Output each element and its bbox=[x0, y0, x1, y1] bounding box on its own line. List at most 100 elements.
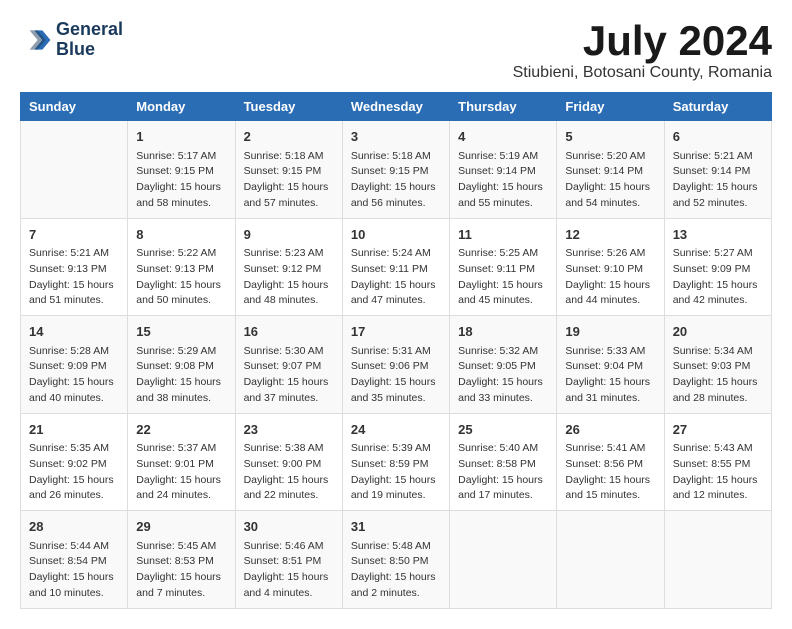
day-number: 11 bbox=[458, 225, 548, 245]
calendar-cell: 21Sunrise: 5:35 AM Sunset: 9:02 PM Dayli… bbox=[21, 413, 128, 511]
calendar-cell: 7Sunrise: 5:21 AM Sunset: 9:13 PM Daylig… bbox=[21, 218, 128, 316]
cell-content: Sunrise: 5:40 AM Sunset: 8:58 PM Dayligh… bbox=[458, 441, 548, 504]
day-number: 22 bbox=[136, 420, 226, 440]
cell-content: Sunrise: 5:24 AM Sunset: 9:11 PM Dayligh… bbox=[351, 246, 441, 309]
cell-content: Sunrise: 5:48 AM Sunset: 8:50 PM Dayligh… bbox=[351, 539, 441, 602]
day-number: 17 bbox=[351, 322, 441, 342]
day-number: 25 bbox=[458, 420, 548, 440]
day-number: 19 bbox=[565, 322, 655, 342]
day-number: 9 bbox=[244, 225, 334, 245]
cell-content: Sunrise: 5:34 AM Sunset: 9:03 PM Dayligh… bbox=[673, 344, 763, 407]
day-number: 13 bbox=[673, 225, 763, 245]
day-number: 23 bbox=[244, 420, 334, 440]
calendar-cell: 4Sunrise: 5:19 AM Sunset: 9:14 PM Daylig… bbox=[450, 121, 557, 219]
day-number: 18 bbox=[458, 322, 548, 342]
calendar-cell: 18Sunrise: 5:32 AM Sunset: 9:05 PM Dayli… bbox=[450, 316, 557, 414]
calendar-cell: 23Sunrise: 5:38 AM Sunset: 9:00 PM Dayli… bbox=[235, 413, 342, 511]
day-number: 7 bbox=[29, 225, 119, 245]
calendar-week-row: 1Sunrise: 5:17 AM Sunset: 9:15 PM Daylig… bbox=[21, 121, 772, 219]
day-number: 5 bbox=[565, 127, 655, 147]
calendar-cell: 31Sunrise: 5:48 AM Sunset: 8:50 PM Dayli… bbox=[342, 511, 449, 609]
day-number: 20 bbox=[673, 322, 763, 342]
day-number: 31 bbox=[351, 517, 441, 537]
cell-content: Sunrise: 5:18 AM Sunset: 9:15 PM Dayligh… bbox=[244, 149, 334, 212]
cell-content: Sunrise: 5:21 AM Sunset: 9:14 PM Dayligh… bbox=[673, 149, 763, 212]
calendar-cell: 30Sunrise: 5:46 AM Sunset: 8:51 PM Dayli… bbox=[235, 511, 342, 609]
calendar-cell: 10Sunrise: 5:24 AM Sunset: 9:11 PM Dayli… bbox=[342, 218, 449, 316]
header-thursday: Thursday bbox=[450, 93, 557, 121]
calendar-cell: 26Sunrise: 5:41 AM Sunset: 8:56 PM Dayli… bbox=[557, 413, 664, 511]
day-number: 24 bbox=[351, 420, 441, 440]
cell-content: Sunrise: 5:43 AM Sunset: 8:55 PM Dayligh… bbox=[673, 441, 763, 504]
calendar-cell: 20Sunrise: 5:34 AM Sunset: 9:03 PM Dayli… bbox=[664, 316, 771, 414]
calendar-week-row: 14Sunrise: 5:28 AM Sunset: 9:09 PM Dayli… bbox=[21, 316, 772, 414]
calendar-cell: 14Sunrise: 5:28 AM Sunset: 9:09 PM Dayli… bbox=[21, 316, 128, 414]
header-wednesday: Wednesday bbox=[342, 93, 449, 121]
day-number: 4 bbox=[458, 127, 548, 147]
calendar-cell bbox=[450, 511, 557, 609]
cell-content: Sunrise: 5:44 AM Sunset: 8:54 PM Dayligh… bbox=[29, 539, 119, 602]
cell-content: Sunrise: 5:18 AM Sunset: 9:15 PM Dayligh… bbox=[351, 149, 441, 212]
calendar-table: SundayMondayTuesdayWednesdayThursdayFrid… bbox=[20, 92, 772, 609]
calendar-cell: 28Sunrise: 5:44 AM Sunset: 8:54 PM Dayli… bbox=[21, 511, 128, 609]
header-tuesday: Tuesday bbox=[235, 93, 342, 121]
calendar-cell: 8Sunrise: 5:22 AM Sunset: 9:13 PM Daylig… bbox=[128, 218, 235, 316]
cell-content: Sunrise: 5:46 AM Sunset: 8:51 PM Dayligh… bbox=[244, 539, 334, 602]
calendar-cell: 25Sunrise: 5:40 AM Sunset: 8:58 PM Dayli… bbox=[450, 413, 557, 511]
month-title: July 2024 bbox=[513, 20, 772, 62]
page-header: General Blue July 2024 Stiubieni, Botosa… bbox=[20, 20, 772, 82]
calendar-cell: 9Sunrise: 5:23 AM Sunset: 9:12 PM Daylig… bbox=[235, 218, 342, 316]
logo-icon bbox=[20, 24, 52, 56]
day-number: 29 bbox=[136, 517, 226, 537]
cell-content: Sunrise: 5:21 AM Sunset: 9:13 PM Dayligh… bbox=[29, 246, 119, 309]
header-saturday: Saturday bbox=[664, 93, 771, 121]
cell-content: Sunrise: 5:39 AM Sunset: 8:59 PM Dayligh… bbox=[351, 441, 441, 504]
cell-content: Sunrise: 5:28 AM Sunset: 9:09 PM Dayligh… bbox=[29, 344, 119, 407]
calendar-cell: 24Sunrise: 5:39 AM Sunset: 8:59 PM Dayli… bbox=[342, 413, 449, 511]
day-number: 8 bbox=[136, 225, 226, 245]
header-monday: Monday bbox=[128, 93, 235, 121]
cell-content: Sunrise: 5:29 AM Sunset: 9:08 PM Dayligh… bbox=[136, 344, 226, 407]
calendar-cell: 13Sunrise: 5:27 AM Sunset: 9:09 PM Dayli… bbox=[664, 218, 771, 316]
calendar-cell bbox=[664, 511, 771, 609]
logo: General Blue bbox=[20, 20, 123, 60]
day-number: 26 bbox=[565, 420, 655, 440]
cell-content: Sunrise: 5:32 AM Sunset: 9:05 PM Dayligh… bbox=[458, 344, 548, 407]
header-friday: Friday bbox=[557, 93, 664, 121]
calendar-cell: 5Sunrise: 5:20 AM Sunset: 9:14 PM Daylig… bbox=[557, 121, 664, 219]
calendar-cell: 16Sunrise: 5:30 AM Sunset: 9:07 PM Dayli… bbox=[235, 316, 342, 414]
day-number: 16 bbox=[244, 322, 334, 342]
calendar-cell: 17Sunrise: 5:31 AM Sunset: 9:06 PM Dayli… bbox=[342, 316, 449, 414]
calendar-header-row: SundayMondayTuesdayWednesdayThursdayFrid… bbox=[21, 93, 772, 121]
calendar-cell: 11Sunrise: 5:25 AM Sunset: 9:11 PM Dayli… bbox=[450, 218, 557, 316]
day-number: 21 bbox=[29, 420, 119, 440]
cell-content: Sunrise: 5:33 AM Sunset: 9:04 PM Dayligh… bbox=[565, 344, 655, 407]
calendar-cell: 2Sunrise: 5:18 AM Sunset: 9:15 PM Daylig… bbox=[235, 121, 342, 219]
calendar-week-row: 7Sunrise: 5:21 AM Sunset: 9:13 PM Daylig… bbox=[21, 218, 772, 316]
cell-content: Sunrise: 5:41 AM Sunset: 8:56 PM Dayligh… bbox=[565, 441, 655, 504]
calendar-cell: 6Sunrise: 5:21 AM Sunset: 9:14 PM Daylig… bbox=[664, 121, 771, 219]
calendar-week-row: 21Sunrise: 5:35 AM Sunset: 9:02 PM Dayli… bbox=[21, 413, 772, 511]
cell-content: Sunrise: 5:38 AM Sunset: 9:00 PM Dayligh… bbox=[244, 441, 334, 504]
calendar-cell: 15Sunrise: 5:29 AM Sunset: 9:08 PM Dayli… bbox=[128, 316, 235, 414]
cell-content: Sunrise: 5:35 AM Sunset: 9:02 PM Dayligh… bbox=[29, 441, 119, 504]
day-number: 27 bbox=[673, 420, 763, 440]
day-number: 15 bbox=[136, 322, 226, 342]
day-number: 1 bbox=[136, 127, 226, 147]
calendar-cell bbox=[557, 511, 664, 609]
location-title: Stiubieni, Botosani County, Romania bbox=[513, 64, 772, 82]
day-number: 10 bbox=[351, 225, 441, 245]
day-number: 12 bbox=[565, 225, 655, 245]
calendar-cell: 3Sunrise: 5:18 AM Sunset: 9:15 PM Daylig… bbox=[342, 121, 449, 219]
cell-content: Sunrise: 5:30 AM Sunset: 9:07 PM Dayligh… bbox=[244, 344, 334, 407]
calendar-cell: 22Sunrise: 5:37 AM Sunset: 9:01 PM Dayli… bbox=[128, 413, 235, 511]
cell-content: Sunrise: 5:45 AM Sunset: 8:53 PM Dayligh… bbox=[136, 539, 226, 602]
cell-content: Sunrise: 5:17 AM Sunset: 9:15 PM Dayligh… bbox=[136, 149, 226, 212]
logo-text: General Blue bbox=[56, 20, 123, 60]
calendar-cell: 1Sunrise: 5:17 AM Sunset: 9:15 PM Daylig… bbox=[128, 121, 235, 219]
day-number: 6 bbox=[673, 127, 763, 147]
calendar-cell: 27Sunrise: 5:43 AM Sunset: 8:55 PM Dayli… bbox=[664, 413, 771, 511]
calendar-cell: 29Sunrise: 5:45 AM Sunset: 8:53 PM Dayli… bbox=[128, 511, 235, 609]
cell-content: Sunrise: 5:20 AM Sunset: 9:14 PM Dayligh… bbox=[565, 149, 655, 212]
day-number: 28 bbox=[29, 517, 119, 537]
